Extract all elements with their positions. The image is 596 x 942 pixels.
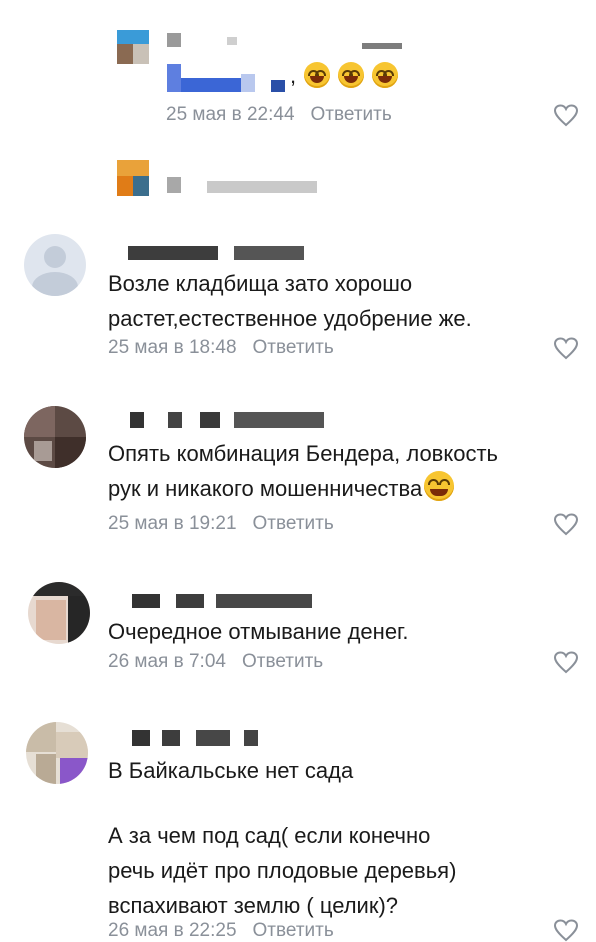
- comment-text-redacted: [167, 177, 317, 193]
- author-name-redacted[interactable]: [112, 412, 324, 428]
- reply-button[interactable]: Ответить: [253, 513, 334, 534]
- author-name-redacted[interactable]: [167, 33, 407, 49]
- comment-line: вспахивают землю ( целик)?: [108, 893, 399, 918]
- comma: ,: [290, 63, 303, 88]
- comment-date: 25 мая в 22:44: [166, 104, 295, 125]
- comment-line: А за чем под сад( если конечно: [108, 823, 431, 848]
- like-heart-icon[interactable]: [553, 650, 579, 674]
- like-heart-icon[interactable]: [553, 918, 579, 942]
- rofl-emoji-icon: [372, 62, 399, 88]
- like-heart-icon[interactable]: [553, 103, 579, 127]
- like-heart-icon[interactable]: [553, 512, 579, 536]
- author-name-redacted[interactable]: [112, 244, 304, 260]
- comment-line: рук и никакого мошенничества: [108, 476, 423, 501]
- comment-date: 25 мая в 19:21: [108, 513, 237, 534]
- rofl-emoji-icon: [304, 62, 331, 88]
- comment-text: В Байкальське нет сада А за чем под сад(…: [108, 753, 456, 923]
- like-heart-icon[interactable]: [553, 336, 579, 360]
- comment-date: 26 мая в 7:04: [108, 651, 226, 672]
- avatar[interactable]: [26, 722, 88, 784]
- comment-blank-line: [108, 788, 456, 818]
- comment-line: В Байкальське нет сада: [108, 758, 354, 783]
- avatar[interactable]: [24, 406, 86, 468]
- comment-line: Опять комбинация Бендера, ловкость: [108, 441, 499, 466]
- reply-button[interactable]: Ответить: [253, 337, 334, 358]
- reply-button[interactable]: Ответить: [242, 651, 323, 672]
- avatar[interactable]: [117, 30, 149, 64]
- comment-text: Опять комбинация Бендера, ловкость рук и…: [108, 436, 498, 506]
- comment-text-emoji: ,: [290, 58, 399, 93]
- reply-button[interactable]: Ответить: [253, 920, 334, 941]
- comment-text: Очередное отмывание денег.: [108, 614, 409, 649]
- comment-line: растет,естественное удобрение же.: [108, 306, 472, 331]
- avatar[interactable]: [24, 234, 86, 296]
- comment-meta: 25 мая в 18:48 Ответить: [108, 337, 334, 359]
- laughing-emoji-icon: [424, 471, 455, 501]
- comment-text: Возле кладбища зато хорошо растет,естест…: [108, 266, 472, 336]
- avatar[interactable]: [28, 582, 90, 644]
- avatar[interactable]: [117, 160, 149, 196]
- author-name-redacted[interactable]: [112, 592, 322, 608]
- comment-line-with-emoji: рук и никакого мошенничества: [108, 471, 498, 506]
- comment-meta: 25 мая в 22:44 Ответить: [166, 104, 392, 126]
- comment-meta: 25 мая в 19:21 Ответить: [108, 513, 334, 535]
- comment-date: 25 мая в 18:48: [108, 337, 237, 358]
- comment-meta: 26 мая в 7:04 Ответить: [108, 651, 323, 673]
- reply-button[interactable]: Ответить: [311, 104, 392, 125]
- comment-text-redacted: [167, 64, 297, 94]
- comment-line: речь идёт про плодовые деревья): [108, 858, 457, 883]
- comment-line: Возле кладбища зато хорошо: [108, 271, 413, 296]
- rofl-emoji-icon: [338, 62, 365, 88]
- comment-line: Очередное отмывание денег.: [108, 619, 409, 644]
- author-name-redacted[interactable]: [112, 730, 262, 746]
- comment-meta: 26 мая в 22:25 Ответить: [108, 920, 334, 942]
- comment-date: 26 мая в 22:25: [108, 920, 237, 941]
